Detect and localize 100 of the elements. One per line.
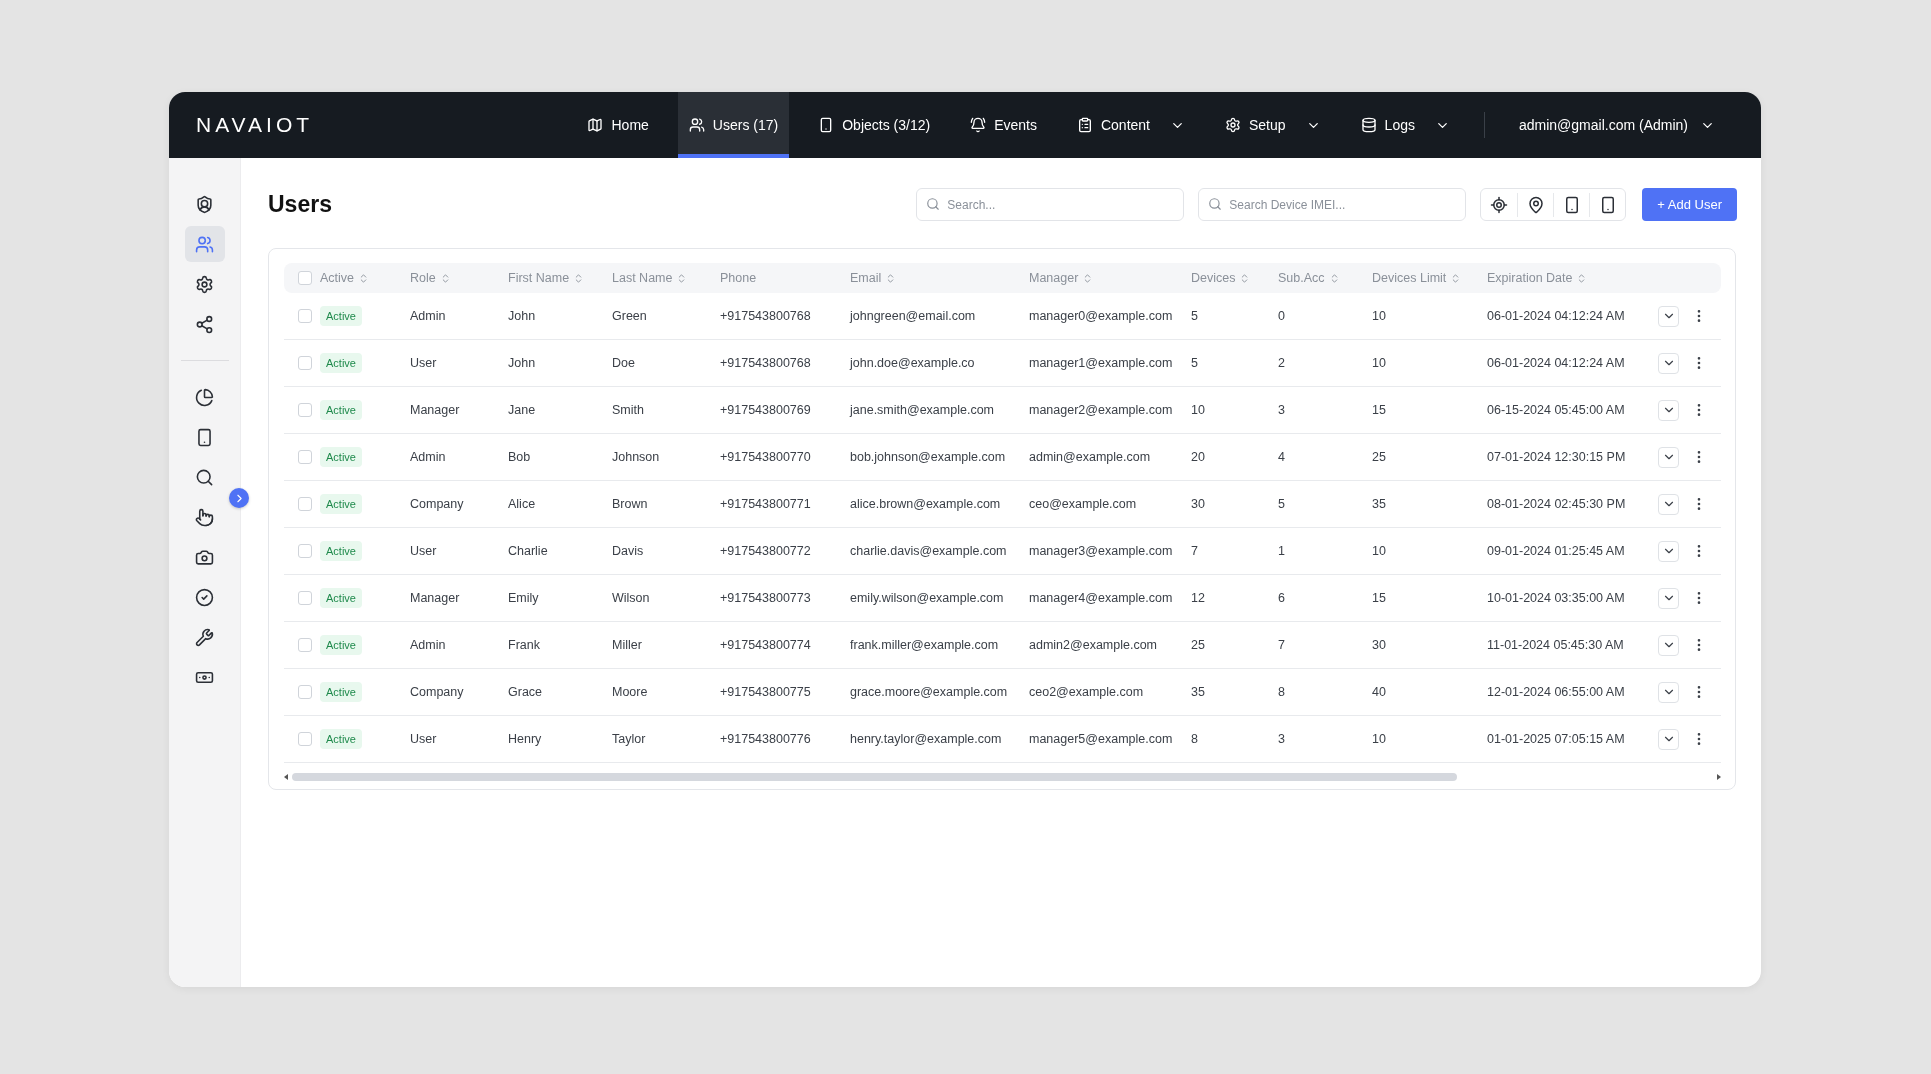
checkbox[interactable] (298, 309, 312, 324)
checkbox[interactable] (298, 685, 312, 700)
column-header[interactable]: Devices (1191, 263, 1278, 293)
nav-tab[interactable]: Home (576, 92, 660, 158)
expand-button[interactable] (1658, 540, 1679, 562)
table-cell: User (410, 544, 437, 558)
scroll-right-icon[interactable] (1717, 774, 1721, 780)
nav-tab[interactable]: Setup (1214, 92, 1332, 158)
checkbox[interactable] (298, 403, 312, 418)
table-cell: Moore (612, 685, 648, 699)
checkbox[interactable] (298, 638, 312, 653)
checkbox[interactable] (298, 732, 312, 747)
table-cell: +917543800775 (720, 685, 811, 699)
nav-tab[interactable]: Content (1065, 92, 1196, 158)
status-badge: Active (320, 635, 362, 655)
table-cell: manager1@example.com (1029, 356, 1173, 370)
expand-button[interactable] (1658, 681, 1679, 703)
table-cell: Green (612, 309, 647, 323)
table-cell: Admin (410, 638, 446, 652)
status-badge: Active (320, 306, 362, 326)
add-user-button[interactable]: + Add User (1642, 188, 1737, 221)
table-cell: 6 (1278, 591, 1285, 605)
checkbox[interactable] (298, 271, 312, 286)
column-header[interactable]: Active (320, 263, 410, 293)
table-cell: Manager (410, 591, 460, 605)
table-cell: 3 (1278, 403, 1285, 417)
column-header[interactable]: Manager (1029, 263, 1191, 293)
table-cell: 20 (1191, 450, 1205, 464)
scroll-left-icon[interactable] (284, 774, 288, 780)
nav-tab[interactable]: Objects (3/12) (807, 92, 942, 158)
table-cell: 30 (1191, 497, 1205, 511)
scrollbar-thumb[interactable] (292, 773, 1458, 781)
table-cell: 3 (1278, 732, 1285, 746)
expand-button[interactable] (1658, 446, 1679, 468)
checkbox[interactable] (298, 356, 312, 371)
table-cell: 11-01-2024 05:45:30 AM (1487, 638, 1624, 652)
table-cell: 06-15-2024 05:45:00 AM (1487, 403, 1625, 417)
table-cell: 7 (1191, 544, 1198, 558)
table-cell: 15 (1372, 403, 1386, 417)
checkbox[interactable] (298, 544, 312, 559)
shield-user-icon (195, 194, 214, 214)
expand-button[interactable] (1658, 587, 1679, 609)
table-cell: 10-01-2024 03:35:00 AM (1487, 591, 1625, 605)
checkbox[interactable] (298, 591, 312, 606)
status-badge: Active (320, 353, 362, 373)
table-cell: ceo@example.com (1029, 497, 1137, 511)
clipboard-icon (1076, 117, 1093, 133)
table-cell: 25 (1372, 450, 1386, 464)
table-cell: admin2@example.com (1029, 638, 1158, 652)
column-header[interactable]: Role (410, 263, 508, 293)
table-cell: 12 (1191, 591, 1205, 605)
status-badge: Active (320, 682, 362, 702)
table-cell: 2 (1278, 356, 1285, 370)
column-header[interactable]: First Name (508, 263, 612, 293)
nav-tab[interactable]: Logs (1349, 92, 1461, 158)
column-header[interactable]: Devices Limit (1372, 263, 1487, 293)
expand-button[interactable] (1658, 728, 1679, 750)
checkbox[interactable] (298, 450, 312, 465)
table-cell: alice.brown@example.com (850, 497, 1001, 511)
imei-search-field[interactable]: Search Device IMEI... (1198, 188, 1467, 221)
table-cell: +917543800771 (720, 497, 811, 511)
table-cell: 0 (1278, 309, 1285, 323)
table-cell: 1 (1278, 544, 1285, 558)
expand-button[interactable] (1658, 352, 1679, 374)
table-cell: Charlie (508, 544, 548, 558)
column-header[interactable]: Sub.Acc (1278, 263, 1372, 293)
table-cell: John (508, 309, 536, 323)
table-cell: Henry (508, 732, 542, 746)
table-cell: 12-01-2024 06:55:00 AM (1487, 685, 1625, 699)
nav-tab[interactable]: Users (17) (677, 92, 790, 158)
column-header[interactable]: Email (850, 263, 1029, 293)
table-cell: 8 (1278, 685, 1285, 699)
table-cell: 4 (1278, 450, 1285, 464)
status-badge: Active (320, 494, 362, 514)
column-header[interactable]: Phone (720, 263, 850, 293)
nav-tab[interactable]: Events (959, 92, 1048, 158)
table-cell: +917543800776 (720, 732, 811, 746)
table-cell: +917543800773 (720, 591, 811, 605)
table-cell: bob.johnson@example.com (850, 450, 1006, 464)
camera-icon (195, 547, 214, 567)
search-field[interactable]: Search... (916, 188, 1185, 221)
expand-button[interactable] (1658, 399, 1679, 421)
table-cell: emily.wilson@example.com (850, 591, 1004, 605)
table-cell: 5 (1191, 309, 1198, 323)
table-cell: Wilson (612, 591, 650, 605)
table-cell: Grace (508, 685, 543, 699)
checkbox[interactable] (298, 497, 312, 512)
column-header[interactable]: Last Name (612, 263, 720, 293)
column-header[interactable]: Expiration Date (1487, 263, 1652, 293)
table-cell: johngreen@email.com (850, 309, 976, 323)
account-menu[interactable]: admin@gmail.com (Admin) (1507, 92, 1726, 158)
expand-sidebar-button[interactable] (229, 488, 249, 508)
table-cell: 10 (1191, 403, 1205, 417)
table-cell: Brown (612, 497, 648, 511)
check-circle-icon (195, 587, 214, 607)
table-cell: 10 (1372, 309, 1386, 323)
expand-button[interactable] (1658, 493, 1679, 515)
expand-button[interactable] (1658, 305, 1679, 327)
expand-button[interactable] (1658, 634, 1679, 656)
crosshair-icon (1490, 195, 1509, 214)
